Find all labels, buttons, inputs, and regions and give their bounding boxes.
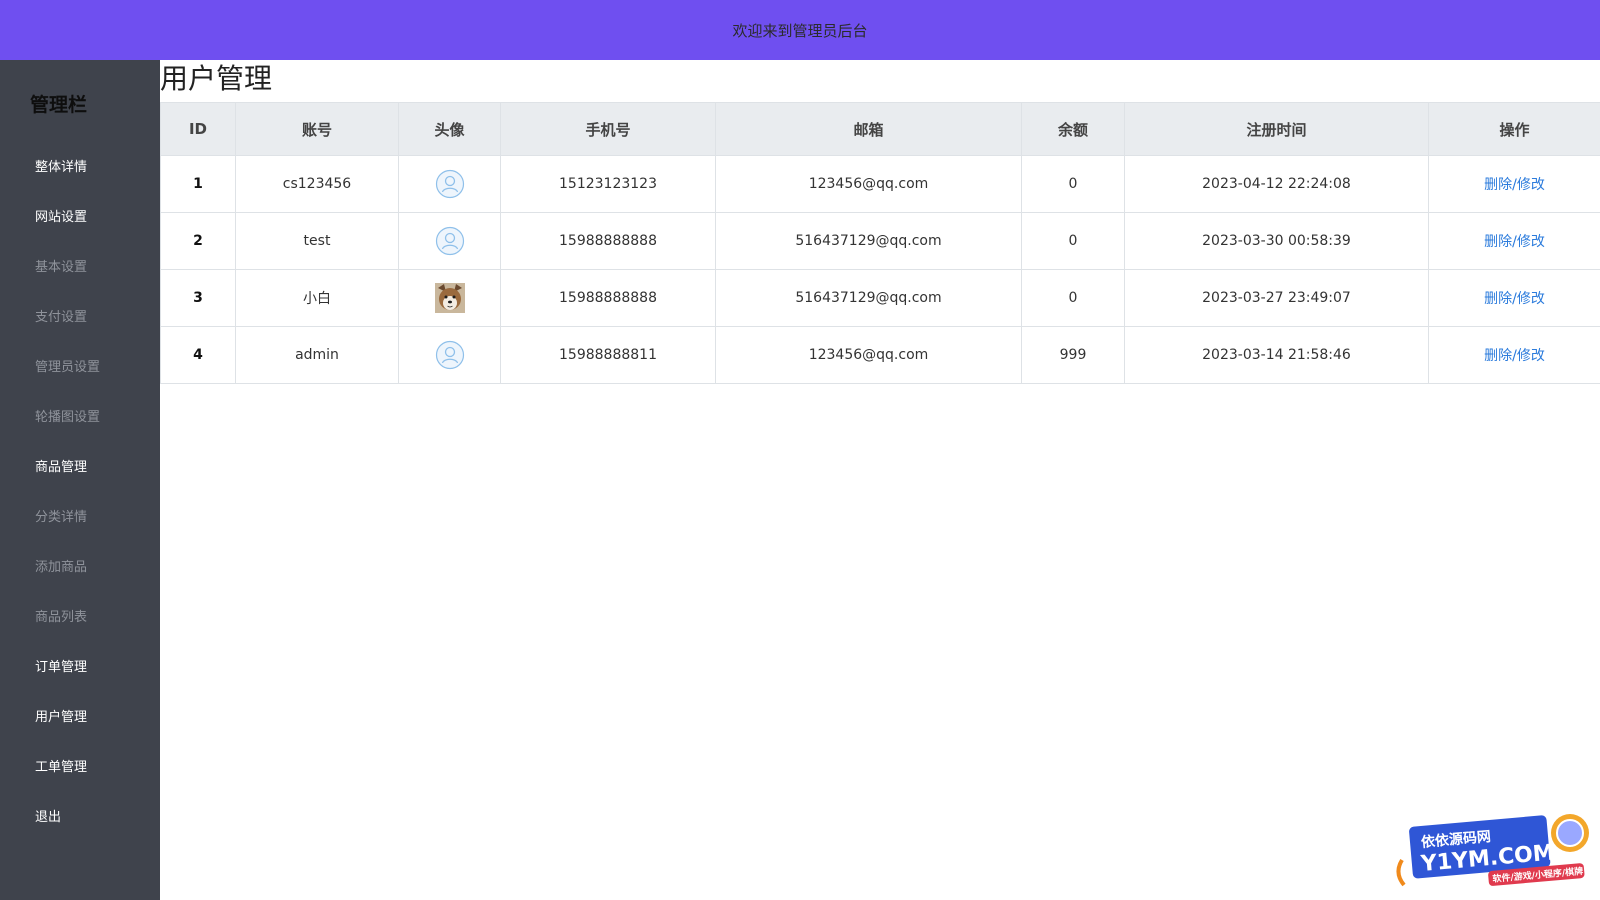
sidebar-title: 管理栏 [30,94,88,116]
delete-link[interactable]: 删除 [1484,177,1512,193]
cell-id: 2 [160,212,236,270]
table-row: 3 小白 15988888888 516437129@qq.com 0 2023… [160,269,1600,327]
sidebar-item-user-management[interactable]: 用户管理 [35,708,87,728]
edit-link[interactable]: 修改 [1517,177,1545,193]
cell-registered: 2023-03-27 23:49:07 [1124,269,1429,327]
cell-email: 516437129@qq.com [715,212,1022,270]
column-header-actions: 操作 [1428,102,1600,156]
column-header-phone: 手机号 [500,102,716,156]
cell-account: 小白 [235,269,399,327]
column-header-balance: 余额 [1021,102,1125,156]
column-header-account: 账号 [235,102,399,156]
main-content: 用户管理 ID 账号 头像 手机号 邮箱 余额 注册时间 操作 1 cs1234… [160,60,1600,900]
watermark-logo: 依依源码网 Y1YM.COM 软件/游戏/小程序/棋牌 [1390,805,1590,890]
cell-registered: 2023-04-12 22:24:08 [1124,155,1429,213]
table-row: 4 admin 15988888811 123456@qq.com 999 20… [160,326,1600,384]
cell-phone: 15988888888 [500,212,716,270]
delete-link[interactable]: 删除 [1484,234,1512,250]
table-header-row: ID 账号 头像 手机号 邮箱 余额 注册时间 操作 [160,102,1600,156]
user-table: ID 账号 头像 手机号 邮箱 余额 注册时间 操作 1 cs123456 15… [160,102,1600,384]
sidebar: 管理栏 整体详情 网站设置 基本设置 支付设置 管理员设置 轮播图设置 商品管理… [0,60,160,900]
cell-id: 4 [160,326,236,384]
sidebar-item-product-list[interactable]: 商品列表 [35,608,87,628]
sidebar-item-admin-settings[interactable]: 管理员设置 [35,358,100,378]
cell-account: test [235,212,399,270]
cell-balance: 999 [1021,326,1125,384]
column-header-email: 邮箱 [715,102,1022,156]
cell-email: 123456@qq.com [715,155,1022,213]
table-row: 2 test 15988888888 516437129@qq.com 0 20… [160,212,1600,270]
header-title: 欢迎来到管理员后台 [732,21,868,40]
edit-link[interactable]: 修改 [1517,291,1545,307]
sidebar-item-payment-settings[interactable]: 支付设置 [35,308,87,328]
sidebar-item-overview[interactable]: 整体详情 [35,158,87,178]
page-title: 用户管理 [160,62,273,95]
cell-actions: 删除/修改 [1428,212,1600,270]
cell-registered: 2023-03-14 21:58:46 [1124,326,1429,384]
cell-avatar [398,269,501,327]
sidebar-item-basic-settings[interactable]: 基本设置 [35,258,87,278]
cell-actions: 删除/修改 [1428,269,1600,327]
top-header-bar: 欢迎来到管理员后台 [0,0,1600,60]
cell-email: 123456@qq.com [715,326,1022,384]
table-row: 1 cs123456 15123123123 123456@qq.com 0 2… [160,155,1600,213]
cell-avatar [398,212,501,270]
edit-link[interactable]: 修改 [1517,234,1545,250]
sidebar-item-category-details[interactable]: 分类详情 [35,508,87,528]
cell-phone: 15988888888 [500,269,716,327]
cell-actions: 删除/修改 [1428,326,1600,384]
default-avatar-icon [435,169,465,199]
cell-email: 516437129@qq.com [715,269,1022,327]
cell-balance: 0 [1021,269,1125,327]
cell-avatar [398,326,501,384]
delete-link[interactable]: 删除 [1484,291,1512,307]
dog-photo-avatar [434,283,465,313]
delete-link[interactable]: 删除 [1484,348,1512,364]
column-header-id: ID [160,102,236,156]
column-header-avatar: 头像 [398,102,501,156]
cell-account: cs123456 [235,155,399,213]
cell-id: 3 [160,269,236,327]
cell-balance: 0 [1021,155,1125,213]
sidebar-item-order-management[interactable]: 订单管理 [35,658,87,678]
column-header-registered: 注册时间 [1124,102,1429,156]
cell-actions: 删除/修改 [1428,155,1600,213]
default-avatar-icon [435,340,465,370]
cell-id: 1 [160,155,236,213]
default-avatar-icon [435,226,465,256]
sidebar-item-ticket-management[interactable]: 工单管理 [35,758,87,778]
cell-account: admin [235,326,399,384]
cell-phone: 15988888811 [500,326,716,384]
sidebar-item-add-product[interactable]: 添加商品 [35,558,87,578]
sidebar-item-logout[interactable]: 退出 [35,808,61,828]
sidebar-item-carousel-settings[interactable]: 轮播图设置 [35,408,100,428]
edit-link[interactable]: 修改 [1517,348,1545,364]
cell-avatar [398,155,501,213]
sidebar-item-site-settings[interactable]: 网站设置 [35,208,87,228]
cell-balance: 0 [1021,212,1125,270]
cell-phone: 15123123123 [500,155,716,213]
cell-registered: 2023-03-30 00:58:39 [1124,212,1429,270]
sidebar-item-product-management[interactable]: 商品管理 [35,458,87,478]
